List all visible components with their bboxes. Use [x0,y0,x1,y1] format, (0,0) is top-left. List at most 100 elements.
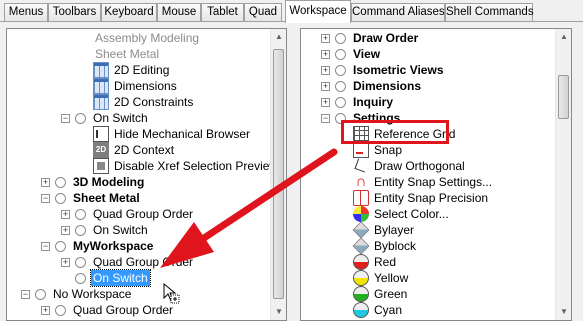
radio-button[interactable] [335,64,346,76]
radio-button[interactable] [55,192,66,204]
tree-item[interactable]: Cyan [353,302,404,318]
vertical-scrollbar[interactable]: ▲ ▼ [270,29,286,320]
tree-item[interactable]: 2D Editing [93,62,171,78]
tab-menus[interactable]: Menus [4,3,48,22]
radio-button[interactable] [75,256,86,268]
radio-button[interactable] [75,224,86,236]
tree-item-label: Yellow [374,271,409,285]
tree-item[interactable]: Entity Snap Precision [353,190,490,206]
expand-icon[interactable]: + [321,33,330,43]
expand-icon[interactable]: + [61,225,70,235]
radio-button[interactable] [335,48,346,60]
scroll-thumb[interactable] [273,49,284,299]
tree-item-label: Green [374,287,408,301]
scroll-thumb[interactable] [558,75,569,119]
tree-item-label: Disable Xref Selection Preview [114,159,279,173]
tab-command-aliases[interactable]: Command Aliases [351,3,445,22]
2d-constraints-icon [93,94,109,110]
scroll-up-icon[interactable]: ▲ [271,29,286,45]
workspace-panel: Assembly Modeling Sheet Metal 2D Editing… [0,22,583,321]
radio-button[interactable] [75,112,86,124]
tree-item[interactable]: − Sheet Metal [41,190,142,206]
tree-item[interactable]: + Isometric Views [321,62,446,78]
radio-button[interactable] [55,176,66,188]
collapse-icon[interactable]: − [321,113,330,123]
expand-icon[interactable]: + [41,177,50,187]
tree-item[interactable]: Sheet Metal [93,46,161,62]
collapse-icon[interactable]: − [41,193,50,203]
vertical-scrollbar[interactable]: ▲ ▼ [555,29,571,320]
expand-icon[interactable]: + [41,305,50,315]
tree-item[interactable]: 2D Constraints [93,94,195,110]
draw-orthogonal-icon [353,158,369,174]
scroll-down-icon[interactable]: ▼ [556,304,571,320]
tree-item[interactable]: + Dimensions [321,78,423,94]
tree-item[interactable]: Hide Mechanical Browser [93,126,252,142]
radio-button[interactable] [75,208,86,220]
tree-item[interactable]: + Quad Group Order [61,206,195,222]
tree-item[interactable]: Disable Xref Selection Preview [93,158,280,174]
browser-icon [93,126,109,142]
radio-button[interactable] [55,304,66,316]
radio-button[interactable] [75,272,86,284]
radio-button[interactable] [335,80,346,92]
tree-item[interactable]: Select Color... [353,206,451,222]
byblock-icon [352,237,370,255]
radio-button[interactable] [35,288,46,300]
tree-item[interactable]: Assembly Modeling [93,30,201,46]
expand-icon[interactable]: + [321,81,330,91]
2d-context-icon: 2D [93,142,109,158]
tree-item[interactable]: + Quad Group Order [61,254,195,270]
tree-item[interactable]: +3D Modeling [41,174,146,190]
tab-mouse[interactable]: Mouse [157,3,201,22]
tree-item[interactable]: Snap [353,142,404,158]
tree-item[interactable]: Red [353,254,398,270]
tab-workspace[interactable]: Workspace [285,0,351,23]
tree-item[interactable]: − On Switch [61,110,150,126]
tree-item-selected[interactable]: On Switch [75,269,151,287]
tree-item-label: On Switch [90,269,151,287]
tree-item[interactable]: + Draw Order [321,30,420,46]
tree-item[interactable]: Green [353,286,409,302]
tree-item-label: Cyan [374,303,403,317]
tree-item[interactable]: − MyWorkspace [41,238,155,254]
tree-item[interactable]: ∩ Entity Snap Settings... [353,174,494,190]
tab-shell-commands[interactable]: Shell Commands [445,3,534,22]
tree-item[interactable]: 2D 2D Context [93,142,176,158]
collapse-icon[interactable]: − [41,241,50,251]
scroll-up-icon[interactable]: ▲ [556,29,571,45]
tree-item[interactable]: Bylayer [352,221,416,239]
tree-item-label: Sheet Metal [73,191,140,205]
tree-item[interactable]: Yellow [353,270,410,286]
collapse-icon[interactable]: − [61,113,70,123]
tree-item-label: Isometric Views [353,63,444,77]
expand-icon[interactable]: + [321,49,330,59]
radio-button[interactable] [55,240,66,252]
tab-toolbars[interactable]: Toolbars [48,3,101,22]
scroll-down-icon[interactable]: ▼ [271,304,286,320]
expand-icon[interactable]: + [61,257,70,267]
collapse-icon[interactable]: − [21,289,30,299]
tree-item-label: Bylayer [374,223,415,237]
tree-item[interactable]: + On Switch [61,222,150,238]
tree-item-label: 2D Editing [114,63,170,77]
tree-item[interactable]: Dimensions [93,78,179,94]
tree-item-label: Hide Mechanical Browser [114,127,251,141]
tab-quad[interactable]: Quad [244,3,282,22]
command-tree[interactable]: + Draw Order + View + Isometric Views + Dime… [300,28,572,321]
tree-item[interactable]: Byblock [352,237,418,255]
tree-item[interactable]: − No Workspace [21,286,133,302]
workspace-tree[interactable]: Assembly Modeling Sheet Metal 2D Editing… [6,28,287,321]
tree-item[interactable]: Draw Orthogonal [353,158,467,174]
tab-tablet[interactable]: Tablet [201,3,244,22]
radio-button[interactable] [335,96,346,108]
expand-icon[interactable]: + [321,97,330,107]
tree-item[interactable]: + View [321,46,382,62]
tree-item[interactable]: + Quad Group Order [41,302,175,318]
tab-keyboard[interactable]: Keyboard [101,3,157,22]
expand-icon[interactable]: + [61,209,70,219]
tree-item[interactable]: + Inquiry [321,94,395,110]
expand-icon[interactable]: + [321,65,330,75]
radio-button[interactable] [335,32,346,44]
tree-item-label: Sheet Metal [95,47,160,61]
